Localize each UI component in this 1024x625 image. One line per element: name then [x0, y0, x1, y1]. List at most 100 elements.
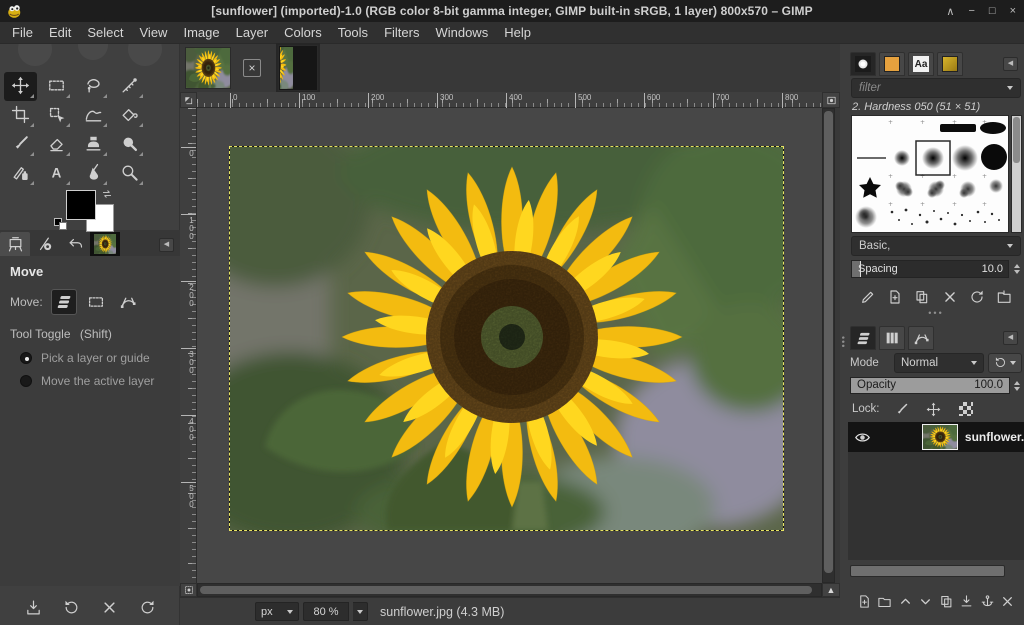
- duplicate-brush-button[interactable]: [911, 286, 933, 308]
- tool-warp[interactable]: [77, 101, 110, 130]
- tool-free-select[interactable]: [77, 72, 110, 101]
- horizontal-ruler[interactable]: 0 100 200 300 400 500 600 700 800: [197, 92, 822, 108]
- spin-up-icon[interactable]: [1013, 264, 1020, 268]
- merge-layer-button[interactable]: [957, 590, 978, 612]
- radio-move-active[interactable]: Move the active layer: [20, 374, 170, 388]
- foreground-color-swatch[interactable]: [66, 190, 96, 220]
- lower-layer-button[interactable]: [916, 590, 937, 612]
- tool-crop[interactable]: [4, 101, 37, 130]
- menu-select[interactable]: Select: [79, 23, 131, 42]
- spacing-spinner[interactable]: [1011, 260, 1022, 278]
- zoom-follow-window-toggle[interactable]: [822, 92, 840, 108]
- tab-paths[interactable]: [908, 326, 934, 350]
- dock-resize-gutter[interactable]: •••: [838, 44, 848, 625]
- menu-windows[interactable]: Windows: [427, 23, 496, 42]
- tool-text[interactable]: A: [40, 159, 73, 188]
- image-tab-close-icon[interactable]: ×: [243, 59, 261, 77]
- anchor-layer-button[interactable]: [977, 590, 998, 612]
- brush-filter-input[interactable]: filter: [851, 78, 1021, 98]
- tool-zoom[interactable]: [113, 159, 146, 188]
- move-selection-button[interactable]: [83, 289, 109, 315]
- tool-ink[interactable]: [77, 159, 110, 188]
- tool-bucket-fill[interactable]: [113, 101, 146, 130]
- raise-layer-button[interactable]: [895, 590, 916, 612]
- tab-channels[interactable]: [879, 326, 905, 350]
- tab-layers[interactable]: [850, 326, 876, 350]
- dock-drag-handle[interactable]: •••: [838, 336, 848, 348]
- brush-grid[interactable]: + + + + + + + + + + + +: [851, 115, 1009, 233]
- brush-grid-scrollbar-thumb[interactable]: [1013, 117, 1020, 163]
- navigation-preview-button[interactable]: ▲: [822, 583, 840, 597]
- delete-layer-button[interactable]: [998, 590, 1019, 612]
- menu-help[interactable]: Help: [496, 23, 539, 42]
- menu-filters[interactable]: Filters: [376, 23, 427, 42]
- close-button[interactable]: ×: [1010, 5, 1016, 17]
- opacity-slider[interactable]: Opacity 100.0: [850, 377, 1010, 394]
- tab-brushes[interactable]: [850, 52, 876, 76]
- tab-undo-history[interactable]: [60, 232, 90, 256]
- mode-group-button[interactable]: [988, 352, 1022, 373]
- layers-tab-menu-button[interactable]: ◀: [1003, 331, 1018, 345]
- dock-tab-menu-button[interactable]: ◀: [159, 238, 174, 252]
- horizontal-scrollbar[interactable]: [197, 583, 822, 597]
- edit-brush-button[interactable]: [857, 286, 879, 308]
- menu-edit[interactable]: Edit: [41, 23, 79, 42]
- tool-airbrush[interactable]: [4, 159, 37, 188]
- tool-eraser[interactable]: [40, 130, 73, 159]
- duplicate-layer-button[interactable]: [936, 590, 957, 612]
- brush-group-select[interactable]: Basic,: [851, 236, 1021, 256]
- reset-tool-options-button[interactable]: [135, 595, 159, 619]
- radio-pick-layer[interactable]: Pick a layer or guide: [20, 351, 170, 365]
- menu-tools[interactable]: Tools: [330, 23, 376, 42]
- tool-rectangle-select[interactable]: [40, 72, 73, 101]
- new-layer-button[interactable]: [854, 590, 875, 612]
- brushes-tab-menu-button[interactable]: ◀: [1003, 57, 1018, 71]
- refresh-brushes-button[interactable]: [966, 286, 988, 308]
- shade-button[interactable]: ∧: [946, 5, 954, 18]
- delete-brush-button[interactable]: [939, 286, 961, 308]
- move-layer-button[interactable]: [50, 289, 77, 315]
- lock-alpha-button[interactable]: [956, 400, 976, 418]
- minimize-button[interactable]: −: [968, 5, 974, 17]
- default-colors-icon[interactable]: [54, 214, 67, 230]
- sunflower-image[interactable]: [230, 147, 783, 530]
- save-tool-preset-button[interactable]: [21, 595, 45, 619]
- tool-clone[interactable]: [77, 130, 110, 159]
- layer-visibility-toggle[interactable]: [848, 429, 878, 446]
- layer-thumbnail[interactable]: [922, 424, 958, 450]
- horizontal-scrollbar-thumb[interactable]: [200, 586, 812, 594]
- menu-view[interactable]: View: [132, 23, 176, 42]
- new-layer-group-button[interactable]: [875, 590, 896, 612]
- unit-select[interactable]: px: [255, 602, 299, 621]
- vertical-ruler[interactable]: 0 100 200 300 400 500: [180, 108, 197, 583]
- new-brush-button[interactable]: [884, 286, 906, 308]
- image-tab-sunflower[interactable]: [185, 47, 231, 89]
- vertical-scrollbar[interactable]: [822, 108, 835, 583]
- move-path-button[interactable]: [115, 289, 141, 315]
- brush-grid-scrollbar[interactable]: [1011, 115, 1022, 233]
- tool-transform[interactable]: [40, 101, 73, 130]
- tab-gradients[interactable]: [937, 52, 963, 76]
- mode-select[interactable]: Normal: [894, 352, 984, 373]
- menu-file[interactable]: File: [4, 23, 41, 42]
- tool-measure[interactable]: [113, 72, 146, 101]
- zoom-value[interactable]: 80 %: [303, 602, 349, 621]
- tab-fonts[interactable]: Aa: [908, 52, 934, 76]
- zoom-select-button[interactable]: [353, 602, 368, 621]
- menu-image[interactable]: Image: [175, 23, 227, 42]
- spin-down-icon[interactable]: [1013, 270, 1020, 274]
- restore-tool-preset-button[interactable]: [59, 595, 83, 619]
- vertical-scrollbar-thumb[interactable]: [824, 111, 833, 573]
- tab-patterns[interactable]: [879, 52, 905, 76]
- tab-device-status[interactable]: [30, 232, 60, 256]
- tool-smudge[interactable]: [113, 130, 146, 159]
- maximize-button[interactable]: □: [989, 5, 996, 17]
- tool-move[interactable]: [4, 72, 37, 101]
- menu-layer[interactable]: Layer: [228, 23, 277, 42]
- ruler-corner-menu-button[interactable]: [180, 92, 197, 108]
- canvas-viewport[interactable]: [197, 108, 822, 583]
- lock-position-button[interactable]: [924, 400, 944, 418]
- opacity-spinner[interactable]: [1011, 377, 1022, 394]
- spacing-slider[interactable]: Spacing 10.0: [851, 260, 1009, 278]
- layer-list[interactable]: sunflower.: [848, 422, 1024, 560]
